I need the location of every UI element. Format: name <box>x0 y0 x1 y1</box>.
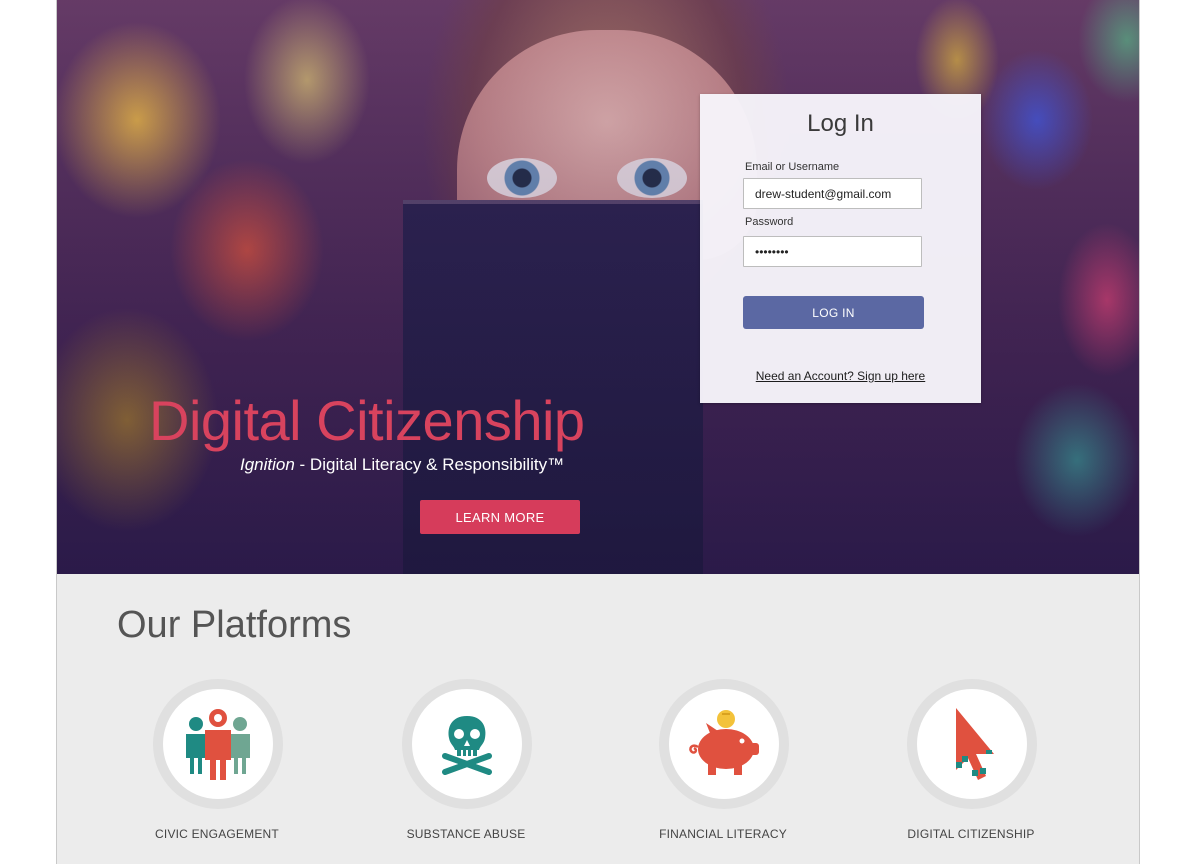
learn-more-button[interactable]: LEARN MORE <box>420 500 580 534</box>
login-title: Log In <box>807 110 874 137</box>
people-icon <box>186 709 250 780</box>
platform-digital-citizenship[interactable]: DIGITAL CITIZENSHIP <box>871 679 1071 859</box>
hero-subtitle: Ignition - Digital Literacy & Responsibi… <box>240 454 640 476</box>
password-field[interactable] <box>743 236 922 267</box>
skull-crossbones-icon <box>442 716 492 775</box>
cursor-arrow-icon <box>956 708 994 780</box>
platform-label: SUBSTANCE ABUSE <box>406 827 526 841</box>
platform-financial-literacy[interactable]: FINANCIAL LITERACY <box>623 679 823 859</box>
platform-label: DIGITAL CITIZENSHIP <box>907 827 1035 841</box>
platform-icon-ring <box>907 679 1037 809</box>
platform-label: CIVIC ENGAGEMENT <box>155 827 279 841</box>
email-label: Email or Username <box>745 161 840 173</box>
hero-banner: Digital Citizenship Ignition - Digital L… <box>57 0 1139 574</box>
login-button[interactable]: LOG IN <box>743 296 924 329</box>
platform-icon-disc <box>163 689 273 799</box>
email-field[interactable] <box>743 178 922 209</box>
platform-icon-disc <box>917 689 1027 799</box>
platform-civic-engagement[interactable]: CIVIC ENGAGEMENT <box>117 679 317 859</box>
hero-subtitle-brand: Ignition <box>240 455 295 474</box>
platform-icon-ring <box>153 679 283 809</box>
platform-icon-ring <box>402 679 532 809</box>
platform-icon-disc <box>669 689 779 799</box>
platform-icon-ring <box>659 679 789 809</box>
piggy-bank-icon <box>689 710 759 775</box>
platforms-title: Our Platforms <box>117 604 352 646</box>
password-label: Password <box>745 216 794 228</box>
hero-subtitle-text: - Digital Literacy & Responsibility™ <box>294 455 565 474</box>
page-frame: Digital Citizenship Ignition - Digital L… <box>56 0 1140 864</box>
platform-icon-disc <box>412 689 522 799</box>
platform-label: FINANCIAL LITERACY <box>659 827 787 841</box>
login-panel: Log In Email or Username Password LOG IN… <box>700 94 981 403</box>
platforms-section: Our Platforms CIVIC ENGAGEMENT SUBSTANCE… <box>57 574 1139 864</box>
platform-substance-abuse[interactable]: SUBSTANCE ABUSE <box>366 679 566 859</box>
signup-link[interactable]: Need an Account? Sign up here <box>700 369 981 383</box>
hero-title: Digital Citizenship <box>149 389 585 452</box>
